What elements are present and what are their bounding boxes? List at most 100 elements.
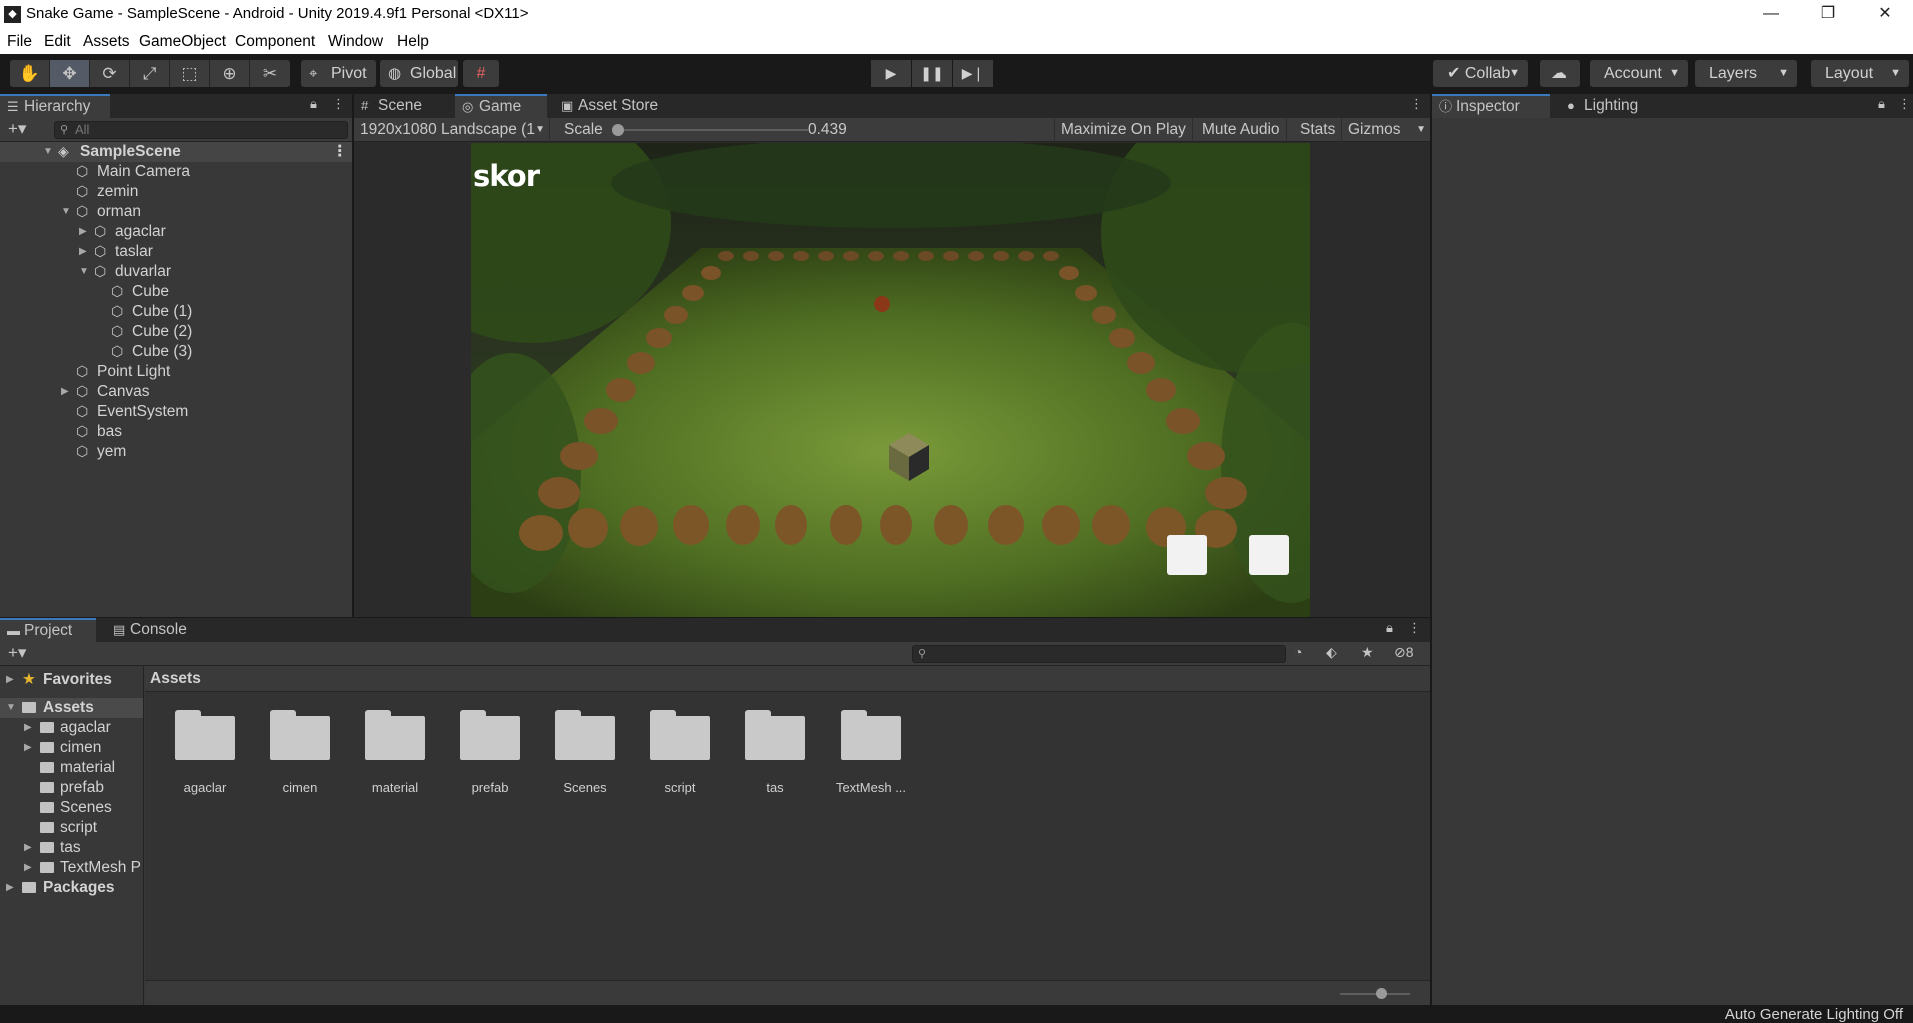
account-dropdown[interactable]: Account ▼ [1590, 60, 1688, 87]
menu-gameobject[interactable]: GameObject [139, 33, 226, 51]
play-button[interactable]: ▶ [871, 60, 911, 87]
layers-dropdown[interactable]: Layers ▼ [1695, 60, 1797, 87]
hierarchy-item[interactable]: ⬡ EventSystem [0, 402, 352, 422]
hierarchy-item[interactable]: ⬡ bas [0, 422, 352, 442]
chevron-down-icon[interactable]: ▼ [6, 698, 16, 718]
asset-folder[interactable]: script [630, 710, 720, 800]
hand-tool-icon[interactable]: ✋ [10, 60, 50, 87]
mute-audio-toggle[interactable]: Mute Audio [1196, 118, 1287, 142]
transform-tool-icon[interactable]: ⊕ [210, 60, 250, 87]
chevron-right-icon[interactable]: ▶ [6, 878, 14, 898]
hierarchy-scene-row[interactable]: ▼ ◈ SampleScene ⋮ [0, 142, 352, 162]
icon-size-slider-track[interactable] [1340, 993, 1410, 995]
rect-tool-icon[interactable]: ⬚ [170, 60, 210, 87]
create-button[interactable]: +▾ [8, 643, 26, 663]
icon-size-slider-handle[interactable] [1376, 988, 1387, 999]
tree-folder[interactable]: prefab [0, 778, 143, 798]
asset-folder[interactable]: tas [725, 710, 815, 800]
menu-edit[interactable]: Edit [44, 33, 71, 51]
tab-lighting[interactable]: ● Lighting [1560, 94, 1660, 118]
tree-folder[interactable]: ▶ cimen [0, 738, 143, 758]
hierarchy-item[interactable]: ⬡ Cube [0, 282, 352, 302]
rotate-tool-icon[interactable]: ⟳ [90, 60, 130, 87]
minimize-button[interactable]: — [1743, 0, 1799, 30]
hierarchy-item[interactable]: ▼ ⬡ orman [0, 202, 352, 222]
chevron-down-icon[interactable]: ▼ [79, 262, 89, 282]
tree-folder[interactable]: ▶ tas [0, 838, 143, 858]
menu-help[interactable]: Help [397, 33, 429, 51]
panel-menu-icon[interactable]: ⋮ [1408, 620, 1421, 636]
chevron-down-icon[interactable]: ▼ [43, 142, 53, 162]
stats-toggle[interactable]: Stats [1294, 118, 1343, 142]
chevron-right-icon[interactable]: ▶ [24, 738, 32, 758]
filter-type-icon[interactable]: ◔ [1294, 644, 1302, 660]
hierarchy-item[interactable]: ▶ ⬡ agaclar [0, 222, 352, 242]
chevron-right-icon[interactable]: ▶ [24, 838, 32, 858]
close-button[interactable]: ✕ [1857, 0, 1913, 30]
scene-menu-icon[interactable]: ⋮ [332, 142, 348, 162]
chevron-right-icon[interactable]: ▶ [61, 382, 69, 402]
cloud-button[interactable]: ☁ [1540, 60, 1580, 87]
scale-tool-icon[interactable]: ⤢ [130, 60, 170, 87]
move-tool-icon[interactable]: ✥ [50, 60, 90, 87]
asset-folder[interactable]: Scenes [535, 710, 625, 800]
lock-icon[interactable]: 🔒︎ [1386, 620, 1393, 636]
hierarchy-search-input[interactable]: ⚲ All [54, 121, 348, 139]
hierarchy-item[interactable]: ⬡ Cube (1) [0, 302, 352, 322]
scale-slider-handle[interactable] [612, 124, 624, 136]
hierarchy-item[interactable]: ▶ ⬡ taslar [0, 242, 352, 262]
tab-console[interactable]: ▤ Console [106, 618, 202, 642]
global-toggle[interactable]: ◍ Global [380, 60, 458, 87]
tree-folder[interactable]: ▶ TextMesh P [0, 858, 143, 878]
favorites-row[interactable]: ▶ ★ Favorites [0, 670, 143, 690]
asset-folder[interactable]: cimen [250, 710, 340, 800]
gizmos-dropdown[interactable]: Gizmos ▼ [1342, 118, 1430, 142]
asset-folder[interactable]: TextMesh ... [821, 710, 911, 800]
tree-folder[interactable]: ▶ agaclar [0, 718, 143, 738]
project-search-input[interactable]: ⚲ [912, 645, 1286, 663]
hierarchy-item[interactable]: ▼ ⬡ duvarlar [0, 262, 352, 282]
asset-folder[interactable]: agaclar [155, 710, 245, 800]
assets-root-row[interactable]: ▼ Assets [0, 698, 143, 718]
tree-folder[interactable]: script [0, 818, 143, 838]
hidden-packages-toggle[interactable]: ⊘8 [1394, 644, 1414, 661]
favorite-star-icon[interactable]: ★ [1361, 644, 1374, 661]
tab-scene[interactable]: # Scene [354, 94, 436, 118]
lock-icon[interactable]: 🔒︎ [310, 96, 317, 112]
hierarchy-item[interactable]: ⬡ Cube (2) [0, 322, 352, 342]
asset-folder[interactable]: prefab [440, 710, 530, 800]
grid-snap-icon[interactable]: # [463, 60, 499, 87]
game-render[interactable]: skor [471, 143, 1310, 617]
tree-folder[interactable]: material [0, 758, 143, 778]
menu-window[interactable]: Window [328, 33, 383, 51]
resolution-dropdown[interactable]: 1920x1080 Landscape (1 ▼ [354, 118, 550, 142]
layout-dropdown[interactable]: Layout ▼ [1811, 60, 1909, 87]
chevron-down-icon[interactable]: ▼ [61, 202, 71, 222]
tab-inspector[interactable]: ⓘ Inspector [1432, 94, 1550, 118]
menu-assets[interactable]: Assets [83, 33, 130, 51]
tree-folder[interactable]: Scenes [0, 798, 143, 818]
panel-menu-icon[interactable]: ⋮ [1410, 96, 1423, 112]
tab-hierarchy[interactable]: ☰ Hierarchy [0, 94, 110, 118]
game-left-button[interactable] [1167, 535, 1207, 575]
menu-file[interactable]: File [7, 33, 32, 51]
hierarchy-item[interactable]: ▶ ⬡ Canvas [0, 382, 352, 402]
chevron-right-icon[interactable]: ▶ [6, 670, 14, 690]
label-tag-icon[interactable]: ⬖ [1326, 644, 1337, 661]
game-right-button[interactable] [1249, 535, 1289, 575]
breadcrumb-assets[interactable]: Assets [150, 670, 201, 687]
menu-component[interactable]: Component [235, 33, 315, 51]
tab-asset-store[interactable]: ▣ Asset Store [554, 94, 674, 118]
step-button[interactable]: ▶❘ [953, 60, 993, 87]
scale-slider-track[interactable] [616, 129, 808, 131]
panel-menu-icon[interactable]: ⋮ [1898, 96, 1911, 112]
maximize-on-play-toggle[interactable]: Maximize On Play [1054, 118, 1193, 142]
pause-button[interactable]: ❚❚ [912, 60, 952, 87]
packages-row[interactable]: ▶ Packages [0, 878, 143, 898]
lock-icon[interactable]: 🔒︎ [1878, 96, 1885, 112]
hierarchy-item[interactable]: ⬡ yem [0, 442, 352, 462]
chevron-right-icon[interactable]: ▶ [24, 718, 32, 738]
create-button[interactable]: +▾ [8, 119, 26, 139]
restore-button[interactable]: ❐ [1800, 0, 1856, 30]
hierarchy-item[interactable]: ⬡ Main Camera [0, 162, 352, 182]
